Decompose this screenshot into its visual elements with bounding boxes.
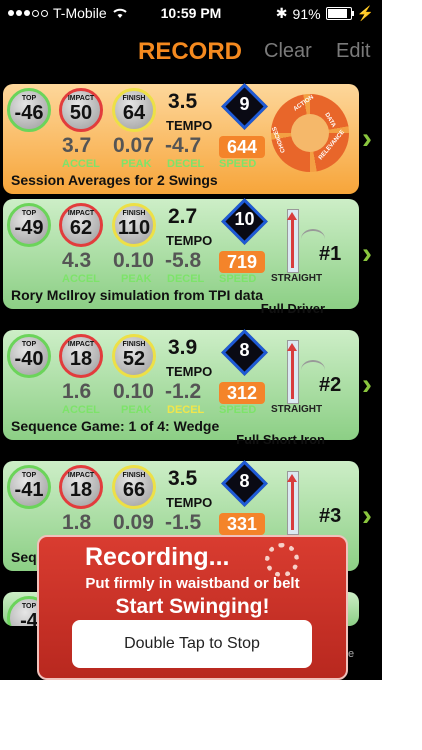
cycle-word: ACTION (293, 95, 315, 113)
speed-value: 312 (219, 382, 265, 404)
speed-label: SPEED (219, 273, 257, 285)
club-label: Full Driver (260, 301, 325, 316)
battery-icon (325, 7, 354, 20)
edit-button[interactable]: Edit (336, 40, 370, 63)
chevron-right-icon[interactable]: › (362, 499, 372, 533)
accel-value: 3.7 (62, 134, 92, 157)
finish-metric: FINISH 52 (112, 334, 156, 378)
peak-value: 0.07 (113, 134, 154, 157)
club-label: Full Short Iron (236, 432, 325, 447)
session-average-card[interactable]: TOP -46 IMPACT 50 FINISH 64 3.5 TEMPO 9 3.7… (3, 83, 359, 194)
recording-label: Recording... (85, 543, 230, 571)
finish-metric: FINISH 64 (112, 88, 156, 132)
accel-value: 1.8 (62, 511, 92, 534)
cycle-word: CHOICES (272, 126, 287, 154)
tempo-label: TEMPO (166, 118, 213, 133)
impact-metric: IMPACT 18 (59, 334, 103, 378)
decel-label: DECEL (167, 404, 205, 416)
card-title: Sequence Game: 1 of 4: Wedge (11, 418, 220, 434)
swing-path-arrow-icon (287, 340, 299, 404)
top-metric: TOP -46 (7, 88, 51, 132)
accel-value: 4.3 (62, 249, 92, 272)
card-title: Rory McIlroy simulation from TPI data (11, 287, 264, 303)
charging-icon: ⚡ (356, 5, 374, 21)
swing-path-arrow-icon (287, 209, 299, 273)
impact-metric: IMPACT 62 (59, 203, 103, 247)
cycle-labels: ACTION DATA RELEVANCE CHOICES (272, 95, 346, 162)
status-bar: T-Mobile 10:59 PM ✱ 91% ⚡ (0, 0, 382, 26)
tempo-label: TEMPO (166, 495, 213, 510)
peak-value: 0.10 (113, 249, 154, 272)
swing-number: #2 (319, 374, 342, 396)
speed-value: 331 (219, 513, 265, 535)
decel-value: -1.2 (165, 380, 202, 403)
swing-number: #3 (319, 505, 342, 527)
peak-label: PEAK (121, 158, 152, 170)
tempo-label: TEMPO (166, 364, 213, 379)
accel-label: ACCEL (62, 404, 100, 416)
cycle-word: DATA (323, 112, 336, 129)
bluetooth-icon: ✱ (275, 5, 288, 21)
accel-label: ACCEL (62, 273, 100, 285)
finish-metric: FINISH 66 (112, 465, 156, 509)
chevron-right-icon[interactable]: › (362, 237, 372, 271)
decel-value: -5.8 (165, 249, 202, 272)
tempo-label: TEMPO (166, 233, 213, 248)
accel-value: 1.6 (62, 380, 92, 403)
finish-metric: FINISH 110 (112, 203, 156, 247)
phone-screen: T-Mobile 10:59 PM ✱ 91% ⚡ RECORD Clear E… (0, 0, 382, 680)
swing-card[interactable]: TOP -49 IMPACT 62 FINISH 110 2.7 TEMPO 10 4… (3, 198, 359, 316)
decel-label: DECEL (167, 273, 205, 285)
chevron-right-icon[interactable]: › (362, 368, 372, 402)
swing-path-arrow-icon (287, 471, 299, 535)
decel-value: -4.7 (165, 134, 202, 157)
top-metric: TOP -41 (7, 465, 51, 509)
score-value: 8 (239, 471, 250, 491)
decel-label: DECEL (167, 158, 205, 170)
speed-value: 644 (219, 136, 265, 158)
straight-label: STRAIGHT (271, 404, 323, 415)
peak-label: PEAK (121, 404, 152, 416)
peak-value: 0.10 (113, 380, 154, 403)
score-value: 9 (239, 94, 250, 114)
tempo-value: 3.9 (168, 336, 198, 359)
speed-value: 719 (219, 251, 265, 273)
page-title: RECORD (138, 38, 243, 65)
loading-spinner-icon (265, 543, 299, 577)
recording-overlay: Recording... Put firmly in waistband or … (37, 535, 348, 680)
score-value: 8 (239, 340, 250, 360)
swing-card[interactable]: TOP -40 IMPACT 18 FINISH 52 3.9 TEMPO 8 1.6… (3, 329, 359, 447)
decel-value: -1.5 (165, 511, 202, 534)
recording-instruction: Put firmly in waistband or belt (85, 575, 300, 592)
top-metric: TOP -49 (7, 203, 51, 247)
status-right: ✱ 91% ⚡ (276, 5, 374, 22)
top-metric: TOP -40 (7, 334, 51, 378)
straight-label: STRAIGHT (271, 273, 323, 284)
double-tap-stop-button[interactable]: Double Tap to Stop (72, 620, 312, 668)
start-swinging-label: Start Swinging! (115, 595, 270, 618)
tempo-value: 3.5 (168, 467, 198, 490)
swing-number: #1 (319, 243, 342, 265)
score-value: 10 (234, 209, 255, 229)
speed-label: SPEED (219, 158, 257, 170)
peak-value: 0.09 (113, 511, 154, 534)
tempo-value: 3.5 (168, 90, 198, 113)
accel-label: ACCEL (62, 158, 100, 170)
impact-metric: IMPACT 18 (59, 465, 103, 509)
clear-button[interactable]: Clear (264, 40, 312, 63)
tempo-value: 2.7 (168, 205, 198, 228)
chevron-right-icon[interactable]: › (362, 122, 372, 156)
speed-label: SPEED (219, 404, 257, 416)
peak-label: PEAK (121, 273, 152, 285)
nav-bar: RECORD Clear Edit (0, 26, 382, 76)
battery-percent: 91% (292, 5, 321, 22)
cycle-word: RELEVANCE (318, 129, 346, 161)
bottom-bar-text: e (348, 648, 355, 660)
impact-metric: IMPACT 50 (59, 88, 103, 132)
card-title: Session Averages for 2 Swings (11, 172, 218, 188)
